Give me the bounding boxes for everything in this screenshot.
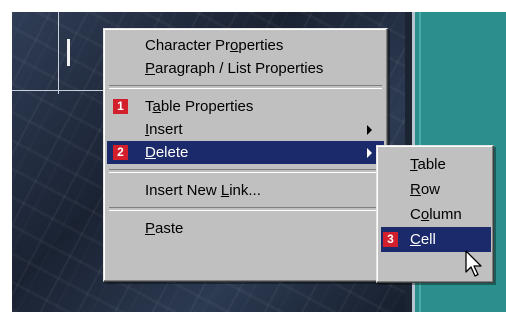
menu-item-label: Cell bbox=[410, 231, 436, 248]
table-border bbox=[12, 90, 113, 91]
menu-separator bbox=[109, 207, 382, 211]
menu-item-label: Insert bbox=[145, 121, 183, 138]
menu-item-label: Table bbox=[410, 156, 446, 173]
submenu-item-table[interactable]: Table bbox=[381, 152, 491, 177]
menu-item-label: Table Properties bbox=[145, 98, 254, 115]
menu-item-paragraph-list-properties[interactable]: Paragraph / List Properties bbox=[107, 57, 384, 80]
step-badge: 3 bbox=[383, 232, 398, 247]
submenu-arrow-icon bbox=[367, 125, 372, 135]
mouse-pointer-icon bbox=[465, 250, 482, 277]
menu-item-label: Paste bbox=[145, 220, 184, 237]
table-border bbox=[58, 12, 59, 94]
step-badge: 2 bbox=[113, 145, 128, 160]
menu-item-label: Paragraph / List Properties bbox=[145, 60, 324, 77]
menu-item-insert[interactable]: Insert bbox=[107, 118, 384, 141]
menu-item-table-properties[interactable]: 1 Table Properties bbox=[107, 95, 384, 118]
text-cursor bbox=[67, 39, 70, 66]
menu-separator bbox=[109, 85, 382, 89]
submenu-item-column[interactable]: Column bbox=[381, 202, 491, 227]
menu-item-delete[interactable]: 2 Delete bbox=[107, 141, 384, 164]
step-badge: 1 bbox=[113, 99, 128, 114]
menu-item-label: Insert New Link... bbox=[145, 182, 261, 199]
submenu-item-cell[interactable]: 3 Cell bbox=[381, 227, 491, 252]
menu-item-label: Delete bbox=[145, 144, 189, 161]
menu-item-insert-new-link[interactable]: Insert New Link... bbox=[107, 179, 384, 202]
submenu-item-row[interactable]: Row bbox=[381, 177, 491, 202]
menu-item-character-properties[interactable]: Character Properties bbox=[107, 34, 384, 57]
menu-separator bbox=[109, 169, 382, 173]
menu-item-paste[interactable]: Paste bbox=[107, 217, 384, 240]
context-menu: Character Properties Paragraph / List Pr… bbox=[103, 28, 388, 282]
menu-item-label: Character Properties bbox=[145, 37, 284, 54]
menu-item-label: Row bbox=[410, 181, 441, 198]
menu-item-label: Column bbox=[410, 206, 462, 223]
submenu-arrow-icon bbox=[367, 148, 372, 158]
